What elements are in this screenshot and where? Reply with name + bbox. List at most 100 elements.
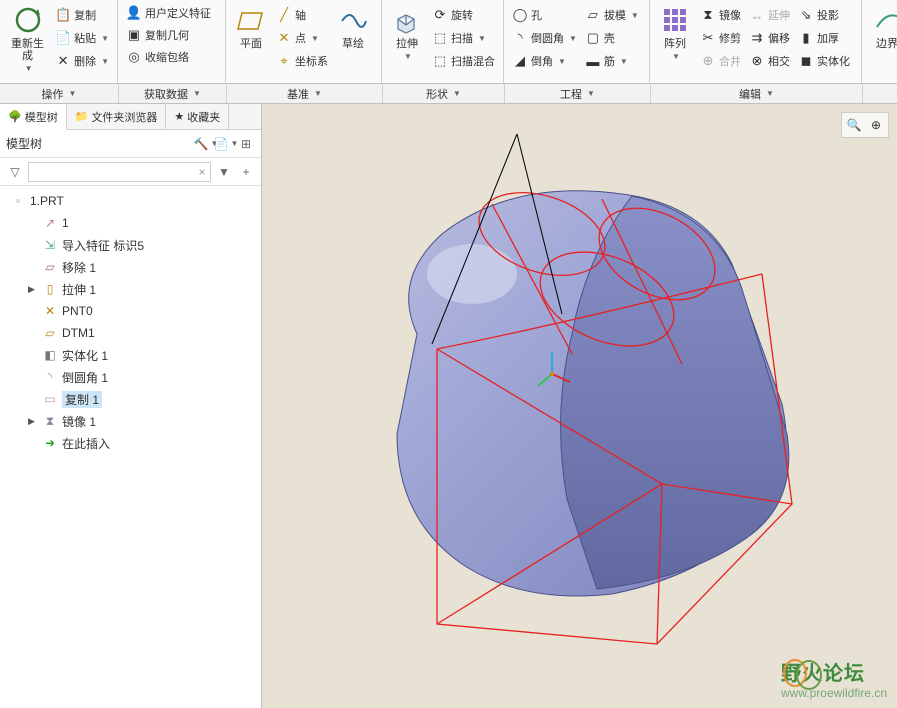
tree-item[interactable]: ➜在此插入 [0,432,261,454]
glabel-edit[interactable]: 编辑▼ [651,84,863,103]
thicken-button[interactable]: ▮加厚 [794,27,854,49]
tree-tool-3[interactable]: ⊞ [237,135,255,153]
trim-button[interactable]: ✂修剪 [696,27,745,49]
tree-item[interactable]: ↗1 [0,212,261,234]
label: 模型树 [25,109,58,125]
paste-button[interactable]: 📄粘贴▼ [51,27,113,49]
tree-item[interactable]: ▶⧗镜像 1 [0,410,261,432]
viewport-3d[interactable]: 🔍 ⊕ 野火论坛 www.proewildfire.cn [262,104,897,708]
expand-icon[interactable]: ▶ [28,284,38,295]
delete-button[interactable]: ✕删除▼ [51,50,113,72]
tab-folder-browser[interactable]: 📁文件夹浏览器 [67,104,167,129]
boundary-button[interactable]: 边界 [866,2,897,52]
tree-item[interactable]: ▱移除 1 [0,256,261,278]
udf-button[interactable]: 👤用户定义特征 [122,2,221,24]
ribbon-group-surface: 边界 [862,0,896,83]
label: 倒圆角 [531,30,564,46]
mirror-button[interactable]: ⧗镜像 [696,4,745,26]
copy-button[interactable]: 📋复制 [51,4,113,26]
tree-item[interactable]: ✕PNT0 [0,300,261,322]
label: 复制 1 [62,391,102,408]
glabel-eng[interactable]: 工程▼ [505,84,651,103]
glabel-operate[interactable]: 操作▼ [0,84,119,103]
tree-item[interactable]: ▱DTM1 [0,322,261,344]
csys-button[interactable]: ⌖坐标系 [272,50,332,72]
tree-search-row: ▽ × ▼ + [0,158,261,186]
refit-button[interactable]: 🔍 [844,115,864,135]
tree-item[interactable]: ⇲导入特征 标识5 [0,234,261,256]
extend-button[interactable]: ↔延伸 [745,4,794,26]
part-icon: ▫️ [10,193,26,209]
add-button[interactable]: + [237,163,255,181]
filter-icon[interactable]: ▽ [6,163,24,181]
point-button[interactable]: ✕点▼ [272,27,332,49]
label: 孔 [531,7,542,23]
chamfer-button[interactable]: ◢倒角▼ [508,50,581,72]
label: 拉伸 1 [62,281,96,298]
tree-item[interactable]: ▭复制 1 [0,388,261,410]
zoom-in-button[interactable]: ⊕ [866,115,886,135]
watermark: 野火论坛 www.proewildfire.cn [781,657,887,700]
label: 复制几何 [145,27,189,43]
label: 加厚 [817,30,839,46]
label: 平面 [240,38,262,50]
rib-button[interactable]: ▬筋▼ [581,50,643,72]
tree-header: 模型树 🔨▼ 📄▼ ⊞ [0,130,261,158]
feature-icon: ➜ [42,435,58,451]
feature-icon: ↗ [42,215,58,231]
feature-icon: ▯ [42,281,58,297]
tree-tool-2[interactable]: 📄▼ [217,135,235,153]
label: 拉伸 [396,38,418,50]
label: 倒角 [531,53,553,69]
search-dropdown[interactable]: ▼ [215,163,233,181]
label: 相交 [768,53,790,69]
revolve-button[interactable]: ⟳旋转 [428,4,499,26]
draft-button[interactable]: ▱拔模▼ [581,4,643,26]
tree-root[interactable]: ▫️ 1.PRT [0,190,261,212]
shell-button[interactable]: ▢壳 [581,27,643,49]
project-button[interactable]: ⇘投影 [794,4,854,26]
ribbon-group-eng: ◯孔 ◝倒圆角▼ ◢倒角▼ ▱拔模▼ ▢壳 ▬筋▼ [504,0,650,83]
left-panel: 🌳模型树 📁文件夹浏览器 ★收藏夹 模型树 🔨▼ 📄▼ ⊞ ▽ × ▼ + ▫️… [0,104,262,708]
offset-button[interactable]: ⇉偏移 [745,27,794,49]
feature-icon: ▭ [42,391,58,407]
clear-search-button[interactable]: × [193,163,211,181]
tree-item[interactable]: ▶ ▯拉伸 1 [0,278,261,300]
tree-item[interactable]: ◧实体化 1 [0,344,261,366]
glabel-datum[interactable]: 基准▼ [227,84,383,103]
tree-item[interactable]: ◝倒圆角 1 [0,366,261,388]
round-button[interactable]: ◝倒圆角▼ [508,27,581,49]
sweep-button[interactable]: ⬚扫描▼ [428,27,499,49]
tab-model-tree[interactable]: 🌳模型树 [0,104,67,130]
pattern-button[interactable]: 阵列▼ [654,2,696,64]
panel-tabs: 🌳模型树 📁文件夹浏览器 ★收藏夹 [0,104,261,130]
expand-icon[interactable]: ▶ [28,416,38,427]
axis-button[interactable]: ╱轴 [272,4,332,26]
solidify-button[interactable]: ◼实体化 [794,50,854,72]
copy-geom-button[interactable]: ▣复制几何 [122,24,221,46]
plane-button[interactable]: 平面 [230,2,272,52]
regenerate-button[interactable]: 重新生成▼ [4,2,51,76]
tab-favorites[interactable]: ★收藏夹 [166,104,229,129]
label: 粘贴 [74,30,96,46]
hole-button[interactable]: ◯孔 [508,4,581,26]
extrude-button[interactable]: 拉伸▼ [386,2,428,64]
label: 实体化 1 [62,347,108,364]
model-render [262,104,897,708]
glabel-data[interactable]: 获取数据▼ [119,84,227,103]
label: 实体化 [817,53,850,69]
shrinkwrap-button[interactable]: ◎收缩包络 [122,46,221,68]
intersect-button[interactable]: ⊗相交 [745,50,794,72]
tree-search-input[interactable] [28,162,211,182]
merge-button[interactable]: ⊕合并 [696,50,745,72]
tree-tool-1[interactable]: 🔨▼ [197,135,215,153]
label: 扫描混合 [451,53,495,69]
sketch-button[interactable]: 草绘 [332,2,374,52]
blend-button[interactable]: ⬚扫描混合 [428,50,499,72]
label: PNT0 [62,304,93,318]
glabel-shape[interactable]: 形状▼ [383,84,505,103]
folder-icon: 📁 [75,110,89,123]
label: 扫描 [451,30,473,46]
label: 导入特征 标识5 [62,237,144,254]
feature-icon: ⧗ [42,413,58,429]
